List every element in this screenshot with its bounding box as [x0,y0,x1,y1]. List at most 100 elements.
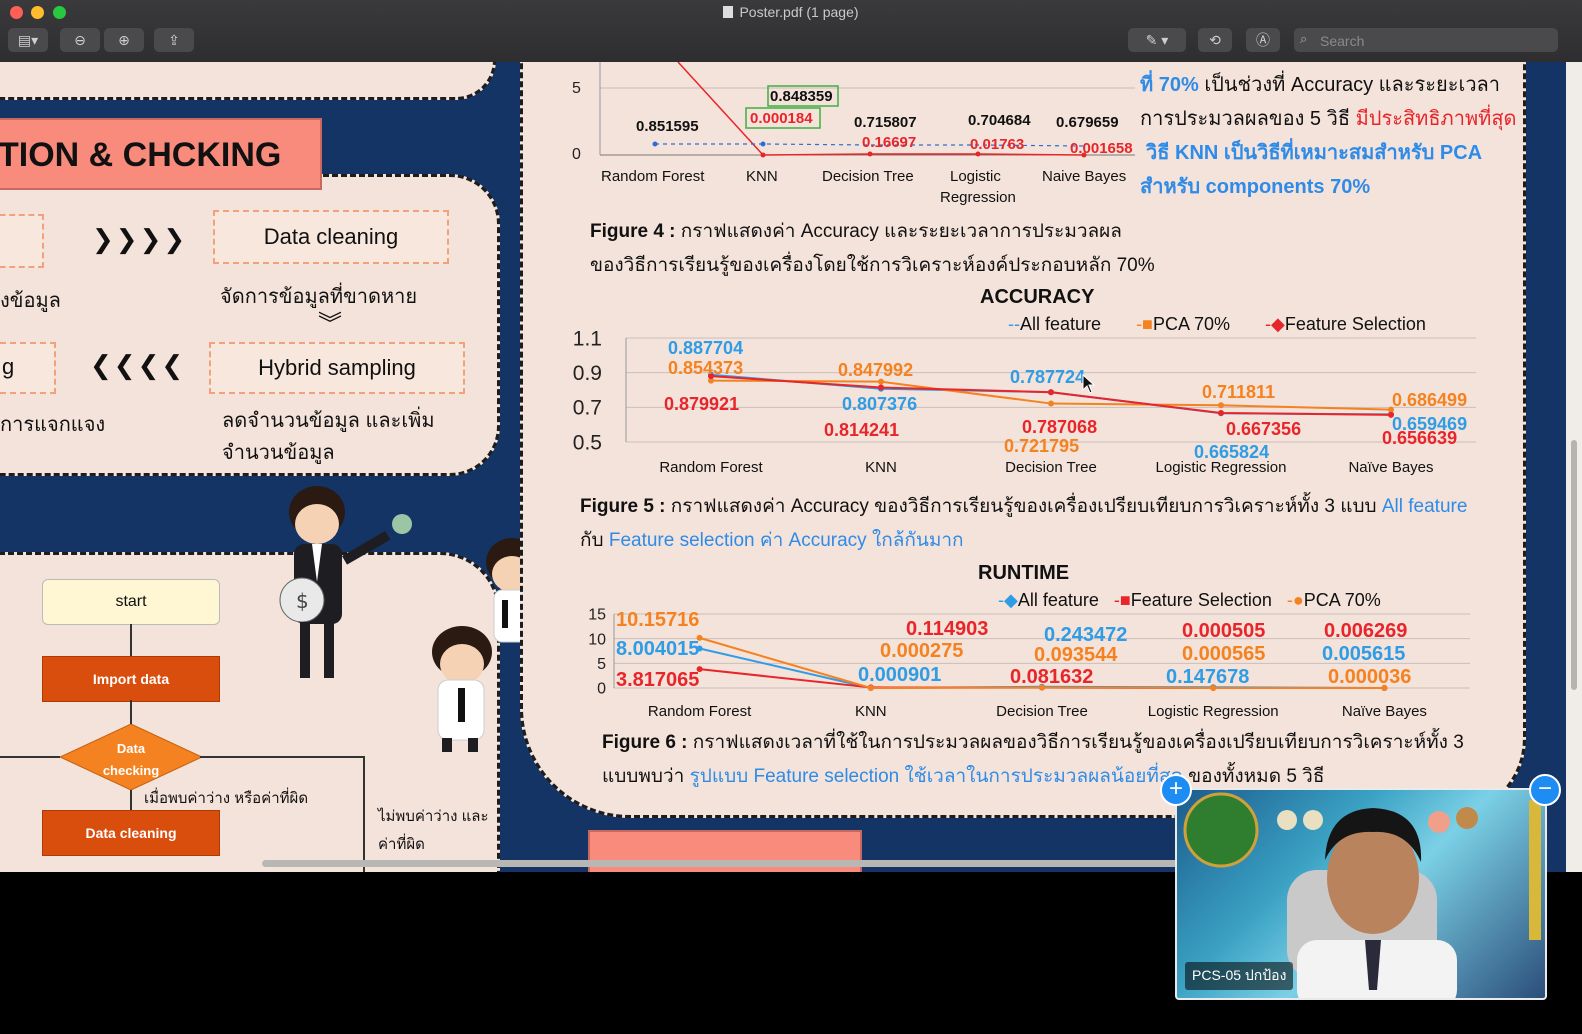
flow-start: start [42,579,220,625]
fig4-caption-1: Figure 4 : กราฟแสดงค่า Accuracy และระยะเ… [590,216,1122,246]
pdf-page-view[interactable]: TION & CHCKING ❯❯❯❯ Data cleaning งข้อมู… [0,62,1566,872]
acc-label-rf-pca: 0.854373 [668,358,744,378]
zoom-in-icon: ⊕ [118,32,130,48]
data-cleaning-label: Data cleaning [263,224,399,249]
horizontal-scroll-thumb[interactable] [262,860,1182,867]
zoom-out-button[interactable]: ⊖ [60,28,100,52]
webcam-minimize-button[interactable]: − [1529,774,1561,806]
pdf-document-icon [723,6,734,18]
vertical-scrollbar[interactable] [1566,62,1582,872]
left-cut-text-2: g [2,354,15,379]
window-titlebar: Poster.pdf (1 page) ▤▾ ⊖ ⊕ ⇪ ✎ ▾ ⟲ Ⓐ ⌕ [0,0,1582,63]
fig4-side-2-black: การประมวลผลของ 5 วิธี [1140,108,1356,130]
flow-import-label: Import data [92,671,170,687]
left-cut-text-1: งข้อมูล [0,290,61,312]
sidebar-toggle-button[interactable]: ▤▾ [8,28,48,52]
flow-cleaning-label: Data cleaning [85,825,177,841]
cartoon-businessmen-illustration: $ [279,486,538,752]
run-label-rf-fs: 3.817065 [616,669,700,691]
fig4-ytick-0: 0 [572,146,581,163]
fig4-category-0: Random Forest [601,168,705,185]
fig5-caption-black-2: กับ [580,530,609,551]
run-label-lr-fs: 0.000505 [1182,620,1266,642]
run-label-knn-fs: 0.114903 [906,618,989,640]
run-label-nb-all: 0.005615 [1322,643,1406,665]
flow-notfound-label-2: ค่าที่ผิด [378,836,425,853]
zoom-out-icon: ⊖ [74,32,86,48]
run-label-knn-pca: 0.000275 [880,640,964,662]
y-tick-label: 0.7 [573,397,602,420]
fig6-caption-black-2: แบบพบว่า [602,766,690,787]
run-label-nb-pca: 0.000036 [1328,666,1412,688]
fig4-side-1-blue: ที่ 70% [1140,74,1199,96]
search-input[interactable] [1318,28,1552,54]
x-category-label: Random Forest [659,459,763,476]
flow-start-label: start [115,593,147,610]
svg-text:$: $ [296,589,309,613]
data-point [1218,402,1224,409]
fig4-label-black-0: 0.851595 [636,118,699,135]
zoom-in-button[interactable]: ⊕ [104,28,144,52]
hybrid-desc-1: ลดจำนวนข้อมูล และเพิ่ม [222,410,435,432]
markup-button[interactable]: ✎ ▾ [1128,28,1186,52]
arrows-right: ❯❯❯❯ [92,224,188,254]
fig5-caption-1: Figure 5 : กราฟแสดงค่า Accuracy ของวิธีก… [580,491,1467,521]
search-icon: ⌕ [1300,31,1308,46]
fig6-caption-1: Figure 6 : กราฟแสดงเวลาที่ใช้ในการประมวล… [602,727,1464,757]
acc-label-dt-pca: 0.721795 [1004,436,1080,456]
fig4-caption-text-1: กราฟแสดงค่า Accuracy และระยะเวลาการประมว… [675,221,1122,242]
fig6-caption-end-2: ของทั้งหมด 5 วิธี [1182,766,1325,787]
annotate-button[interactable]: Ⓐ [1246,28,1280,52]
y-tick-label: 1.1 [573,327,602,350]
x-category-label: KNN [865,459,897,476]
fig5-caption-2: กับ Feature selection ค่า Accuracy ใกล้ก… [580,525,964,555]
share-icon: ⇪ [168,32,180,48]
x-category-label: Decision Tree [1005,459,1097,476]
data-cleaning-box: Data cleaning [213,210,449,264]
fig4-side-2-red: มีประสิทธิภาพที่สุด [1355,108,1517,130]
arrows-left: ❮❮❮❮ [90,350,186,380]
fig6-caption-text-1: กราฟแสดงเวลาที่ใช้ในการประมวลผลของวิธีกา… [687,732,1464,753]
flow-connector-4 [200,756,364,758]
x-category-label: Logistic Regression [1148,703,1279,720]
hybrid-sampling-box: Hybrid sampling [209,342,465,394]
x-category-label: Random Forest [648,703,752,720]
fig4-side-line-2: การประมวลผลของ 5 วิธี มีประสิทธิภาพที่สุ… [1140,102,1517,134]
fig4-category-3b: Regression [940,189,1016,206]
webcam-expand-button[interactable]: + [1160,774,1192,806]
fig4-category-4: Naive Bayes [1042,168,1127,185]
acc-label-lr-pca: 0.711811 [1202,382,1276,402]
fig4-side-line-3: วิธี KNN เป็นวิธีที่เหมาะสมสำหรับ PCA [1146,142,1483,164]
fig4-label-red-2: 0.01763 [970,136,1025,153]
markup-circle-icon: Ⓐ [1256,32,1270,48]
fig4-caption-2: ของวิธีการเรียนรู้ของเครื่องโดยใช้การวิเ… [590,255,1155,276]
acc-label-knn-pca: 0.847992 [838,360,914,380]
chevron-down-icon: ︾ [318,311,342,338]
search-field[interactable]: ⌕ [1294,28,1558,54]
fig4-label-black-2: 0.715807 [854,114,917,131]
rotate-button[interactable]: ⟲ [1198,28,1232,52]
share-button[interactable]: ⇪ [154,28,194,52]
fig4-label-red-0: 0.000184 [750,110,813,127]
x-category-label: Naïve Bayes [1348,459,1433,476]
fig4-category-1: KNN [746,168,778,185]
section-title-box: TION & CHCKING [0,118,322,190]
flow-import-data: Import data [42,656,220,702]
left-cut-box-1 [0,214,44,268]
window-title-text: Poster.pdf (1 page) [739,4,859,20]
data-point [1048,400,1054,407]
run-label-lr-pca: 0.000565 [1182,643,1266,665]
rotate-icon: ⟲ [1209,32,1221,48]
acc-label-nb-pca: 0.686499 [1392,390,1468,410]
hybrid-sampling-label: Hybrid sampling [258,355,416,380]
fig5-caption-blue-2: Feature selection ค่า Accuracy ใกล้กันมา… [608,530,964,551]
flow-checking-label: Data checking [102,741,160,778]
fig4-label-red-1: 0.16697 [862,134,917,151]
flow-notfound-label-1: ไม่พบค่าว่าง และ [378,808,489,825]
webcam-video[interactable]: PCS-05 ปกป้อง [1175,788,1547,1000]
window-title: Poster.pdf (1 page) [0,4,1582,20]
vertical-scroll-thumb[interactable] [1571,440,1577,690]
fig6-title: RUNTIME [978,562,1070,584]
run-label-dt-pca: 0.093544 [1034,644,1118,666]
x-category-label: KNN [855,703,887,720]
